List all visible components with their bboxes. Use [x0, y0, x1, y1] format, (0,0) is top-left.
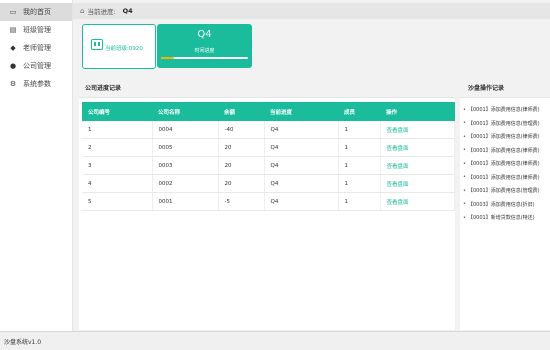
- sidebar-item-label: 我的首页: [23, 8, 51, 16]
- cell-members: 1: [338, 138, 381, 157]
- sidebar-item-label: 老师管理: [23, 44, 51, 52]
- sidebar-item-settings[interactable]: ⚙ 系统参数: [0, 75, 72, 93]
- quarter-value: Q4: [197, 29, 212, 40]
- sidebar-item-label: 系统参数: [23, 80, 51, 88]
- column-header: 公司编号: [82, 102, 152, 121]
- cell-company-name: 0005: [152, 138, 219, 157]
- progress-bar: [161, 57, 248, 59]
- log-entry: 【0001】添加费用信息(律师费): [468, 107, 540, 114]
- log-entry: 【0003】添加费用信息(折旧): [468, 201, 535, 208]
- progress-bar-fill: [161, 57, 175, 59]
- table-row: 4 0002 20 Q4 1 查看盘面: [82, 174, 455, 193]
- company-progress-table: 公司编号 公司名称 余额 当前进度 成员 操作 1 0004 -40 Q4 1 …: [82, 102, 455, 211]
- log-entry: 【0001】新增贷款信息(特还): [468, 215, 535, 222]
- list-item: • 【0001】添加费用信息(管理费): [463, 184, 550, 198]
- column-header: 成员: [338, 102, 380, 121]
- sidebar-item-home[interactable]: ▭ 我的首页: [0, 3, 72, 21]
- cell-members: 1: [338, 121, 381, 139]
- table-row: 5 0001 -5 Q4 1 查看盘面: [82, 192, 455, 211]
- log-entry: 【0001】添加费用信息(管理费): [468, 188, 540, 195]
- sidebar: ▭ 我的首页 ▤ 班级管理 ◆ 老师管理 ● 公司管理 ⚙ 系统参数: [0, 0, 73, 331]
- list-item: • 【0001】添加费用信息(管理费): [463, 117, 550, 131]
- cell-company-id: 4: [82, 174, 153, 193]
- log-entry: 【0001】添加费用信息(管理费): [468, 120, 540, 127]
- table-row: 1 0004 -40 Q4 1 查看盘面: [82, 121, 455, 139]
- gear-icon: ⚙: [9, 80, 17, 88]
- sidebar-item-label: 公司管理: [23, 62, 51, 70]
- progress-caption: 时间进度: [194, 48, 215, 54]
- footer: 沙盘系统v1.0: [0, 331, 550, 350]
- view-board-link[interactable]: 查看盘面: [380, 138, 455, 157]
- cell-company-id: 5: [82, 192, 153, 211]
- breadcrumb: ⌂ 当前进度: Q4: [73, 3, 550, 19]
- footer-text: 沙盘系统v1.0: [4, 338, 42, 346]
- quarter-progress-card: Q4 时间进度: [157, 24, 252, 68]
- sidebar-item-classes[interactable]: ▤ 班级管理: [0, 21, 72, 39]
- cell-members: 1: [338, 156, 381, 175]
- twitch-icon: [91, 39, 103, 50]
- list-item: • 【0003】添加费用信息(折旧): [463, 198, 550, 212]
- breadcrumb-label: 当前进度:: [87, 8, 116, 16]
- cell-balance: 20: [218, 138, 265, 157]
- sidebar-item-label: 班级管理: [23, 26, 51, 34]
- view-board-link[interactable]: 查看盘面: [380, 121, 455, 139]
- cell-company-name: 0001: [152, 192, 219, 211]
- cell-balance: -40: [218, 121, 265, 139]
- class-info-label: 当前班级:0920: [105, 46, 143, 52]
- cell-progress: Q4: [264, 174, 339, 193]
- cell-members: 1: [338, 192, 381, 211]
- log-entry: 【0001】添加费用信息(律师费): [468, 161, 540, 168]
- sidebar-item-companies[interactable]: ● 公司管理: [0, 57, 72, 75]
- cell-members: 1: [338, 174, 381, 193]
- operation-log-panel: 沙盘操作记录 • 【0001】添加费用信息(律师费) • 【0001】添加费用信息(…: [460, 77, 550, 330]
- cell-balance: 20: [218, 174, 265, 193]
- table-row: 3 0003 20 Q4 1 查看盘面: [82, 156, 455, 175]
- company-progress-panel: 公司进度记录 公司编号 公司名称 余额 当前进度 成员 操作 1 0004 -4…: [79, 77, 455, 330]
- class-info-card: 当前班级:0920: [82, 24, 156, 69]
- list-item: • 【0001】添加费用信息(律师费): [463, 130, 550, 144]
- cell-company-id: 2: [82, 138, 153, 157]
- cell-company-name: 0004: [152, 121, 219, 139]
- cell-company-id: 3: [82, 156, 153, 175]
- cell-company-name: 0002: [152, 174, 219, 193]
- list-item: • 【0001】新增贷款信息(特还): [463, 211, 550, 225]
- table-header-row: 公司编号 公司名称 余额 当前进度 成员 操作: [82, 102, 455, 121]
- column-header: 当前进度: [264, 102, 338, 121]
- log-title: 沙盘操作记录: [460, 77, 550, 98]
- cell-balance: 20: [218, 156, 265, 175]
- list-item: • 【0001】添加费用信息(律师费): [463, 144, 550, 158]
- view-board-link[interactable]: 查看盘面: [380, 174, 455, 193]
- sidebar-item-teachers[interactable]: ◆ 老师管理: [0, 39, 72, 57]
- cell-company-id: 1: [82, 121, 153, 139]
- column-header: 余额: [218, 102, 264, 121]
- table-row: 2 0005 20 Q4 1 查看盘面: [82, 138, 455, 157]
- cell-balance: -5: [218, 192, 265, 211]
- log-entry: 【0001】添加费用信息(律师费): [468, 134, 540, 141]
- list-item: • 【0001】添加费用信息(律师费): [463, 157, 550, 171]
- log-entry: 【0001】添加费用信息(律师费): [468, 147, 540, 154]
- monitor-icon: ▭: [9, 8, 17, 16]
- view-board-link[interactable]: 查看盘面: [380, 156, 455, 175]
- column-header: 操作: [380, 102, 455, 121]
- panel-title: 公司进度记录: [79, 77, 455, 98]
- cell-company-name: 0003: [152, 156, 219, 175]
- list-item: • 【0001】添加费用信息(律师费): [463, 103, 550, 117]
- column-header: 公司名称: [152, 102, 218, 121]
- cell-progress: Q4: [264, 121, 339, 139]
- list-item: • 【0001】添加费用信息(律师费): [463, 171, 550, 185]
- view-board-link[interactable]: 查看盘面: [380, 192, 455, 211]
- cell-progress: Q4: [264, 192, 339, 211]
- log-entry: 【0001】添加费用信息(律师费): [468, 174, 540, 181]
- home-icon[interactable]: ⌂: [80, 7, 84, 15]
- operation-log-list: • 【0001】添加费用信息(律师费) • 【0001】添加费用信息(管理费) • 【…: [460, 98, 550, 225]
- breadcrumb-current: Q4: [122, 7, 133, 15]
- users-icon: ●: [9, 62, 17, 70]
- cell-progress: Q4: [264, 156, 339, 175]
- list-icon: ▤: [9, 26, 17, 34]
- graduation-cap-icon: ◆: [10, 44, 16, 52]
- cell-progress: Q4: [264, 138, 339, 157]
